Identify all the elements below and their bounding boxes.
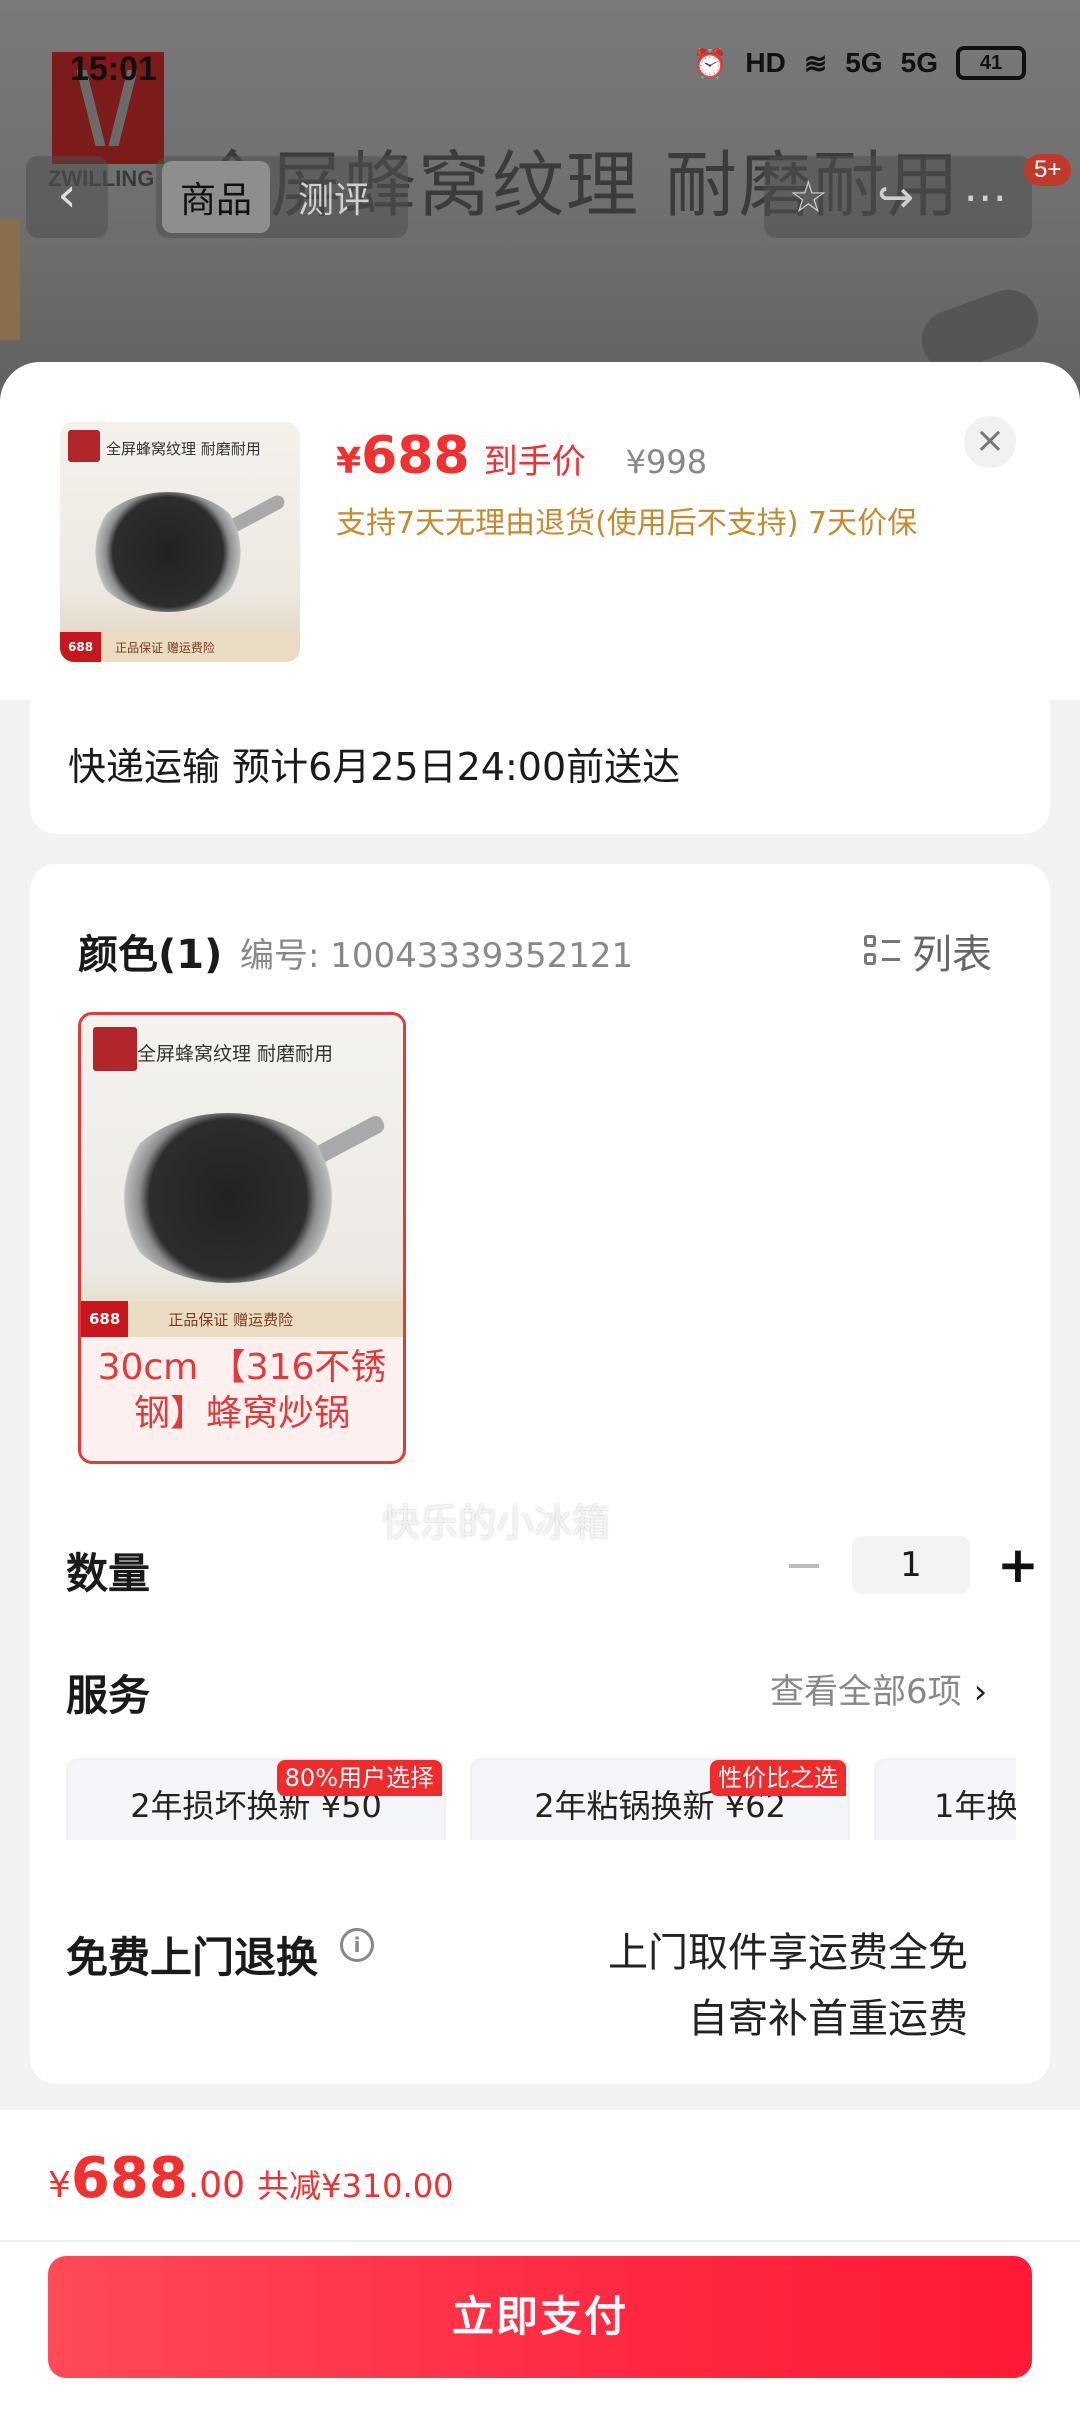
variant-image: 全屏蜂窝纹理 耐磨耐用 688 正品保证 赠运费险 — [81, 1015, 403, 1337]
tab-review[interactable]: 测评 — [280, 161, 388, 233]
shipping-estimate: 快递运输 预计6月25日24:00前送达 — [68, 745, 681, 789]
list-toggle-label: 列表 — [912, 932, 992, 978]
variant-strip-price: 688 — [81, 1301, 129, 1337]
brand-logo — [93, 1027, 137, 1071]
free-return-details: 上门取件享运费全免 自寄补首重运费 — [608, 1920, 968, 2052]
back-arrow-icon: ‹ — [57, 167, 77, 223]
service-label: 服务 — [66, 1671, 151, 1720]
status-bar: 15:01 ⏰ HD ≋ 5G 5G 41 — [0, 0, 1080, 100]
original-price: ¥998 — [625, 443, 708, 481]
pay-now-button[interactable]: 立即支付 — [48, 2256, 1032, 2378]
close-icon: × — [974, 420, 1006, 461]
watermark: 快乐的小冰箱 — [382, 1501, 611, 1545]
service-option[interactable]: 1年换新 — [874, 1758, 1016, 1840]
quantity-label: 数量 — [66, 1549, 151, 1598]
free-return-line: 自寄补首重运费 — [688, 1996, 968, 2042]
thumbnail-strip-price: 688 — [60, 632, 102, 662]
close-button[interactable]: × — [964, 416, 1016, 468]
battery-icon: 41 — [956, 46, 1026, 80]
chevron-right-icon: › — [973, 1672, 988, 1712]
quantity-stepper: − 1 + — [774, 1536, 1048, 1594]
variant-label: 30cm 【316不锈钢】蜂窝炒锅 — [97, 1347, 387, 1434]
decrease-button[interactable]: − — [774, 1537, 834, 1593]
service-options: 2年损坏换新 ¥50 80%用户选择 2年粘锅换新 ¥62 性价比之选 1年换新 — [66, 1740, 1016, 1840]
quantity-value[interactable]: 1 — [852, 1536, 970, 1594]
wok-image — [88, 492, 248, 612]
hd-icon: HD — [745, 47, 786, 78]
background-decoration — [0, 220, 20, 340]
service-badge: 性价比之选 — [710, 1760, 846, 1796]
variant-image-title: 全屏蜂窝纹理 耐磨耐用 — [137, 1043, 334, 1065]
signal-icon: 5G — [845, 47, 883, 78]
info-icon[interactable]: i — [340, 1928, 374, 1962]
status-time: 15:01 — [70, 50, 157, 88]
signal-icon: 5G — [900, 47, 938, 78]
list-view-toggle[interactable]: 列表 — [864, 922, 992, 980]
variant-price-strip: 688 正品保证 赠运费险 — [81, 1301, 403, 1337]
product-thumbnail[interactable]: 全屏蜂窝纹理 耐磨耐用 688 正品保证 赠运费险 — [60, 422, 300, 662]
share-icon[interactable]: ↪ — [877, 172, 914, 223]
sku-number: 编号: 10043339352121 — [240, 936, 634, 976]
thumbnail-price-strip: 688 正品保证 赠运费险 — [60, 632, 300, 662]
variant-strip-text: 正品保证 赠运费险 — [168, 1310, 294, 1329]
order-total-bar: ¥688.00 共减¥310.00 — [0, 2110, 1080, 2240]
tab-product[interactable]: 商品 — [162, 161, 271, 233]
increase-button[interactable]: + — [988, 1536, 1048, 1594]
more-icon[interactable]: ⋯ — [963, 172, 1007, 223]
star-icon[interactable]: ☆ — [789, 172, 828, 223]
shipping-card: 快递运输 预计6月25日24:00前送达 — [30, 700, 1050, 834]
alarm-icon: ⏰ — [692, 47, 728, 79]
notification-badge: 5+ — [1024, 154, 1072, 186]
free-return-line: 上门取件享运费全免 — [608, 1930, 968, 1976]
sheet-header: 全屏蜂窝纹理 耐磨耐用 688 正品保证 赠运费险 ¥688 到手价 ¥998 … — [0, 362, 1080, 700]
final-price: ¥688 — [336, 426, 470, 486]
price-row: ¥688 到手价 ¥998 — [336, 426, 707, 486]
thumbnail-strip-text: 正品保证 赠运费险 — [115, 640, 215, 655]
status-icons: ⏰ HD ≋ 5G 5G 41 — [692, 46, 1026, 80]
color-section-title: 颜色(1) — [78, 932, 223, 978]
final-price-tag: 到手价 — [483, 442, 586, 482]
view-all-services-label: 查看全部6项 — [770, 1672, 962, 1712]
wok-image — [113, 1113, 343, 1283]
view-all-services[interactable]: 查看全部6项 › — [770, 1664, 987, 1713]
thumbnail-title: 全屏蜂窝纹理 耐磨耐用 — [106, 440, 261, 458]
total-discount: 共减¥310.00 — [257, 2167, 454, 2205]
free-return-label: 免费上门退换 — [66, 1933, 319, 1982]
list-icon — [864, 933, 900, 969]
service-option[interactable]: 2年损坏换新 ¥50 80%用户选择 — [66, 1758, 446, 1840]
variant-option-selected[interactable]: 全屏蜂窝纹理 耐磨耐用 688 正品保证 赠运费险 30cm 【316不锈钢】蜂… — [78, 1012, 406, 1464]
back-button[interactable]: ‹ — [26, 156, 108, 238]
pay-area: 立即支付 — [0, 2242, 1080, 2412]
nav-tabs: 商品 测评 — [156, 156, 408, 238]
service-option-text: 1年换新 — [934, 1787, 1016, 1825]
nav-actions: ☆ ↪ ⋯ — [764, 156, 1032, 238]
brand-logo — [68, 430, 100, 462]
order-total: ¥688.00 共减¥310.00 — [48, 2146, 454, 2211]
service-badge: 80%用户选择 — [276, 1760, 442, 1796]
spec-card: 颜色(1) 编号: 10043339352121 列表 全屏蜂窝纹理 耐磨耐用 … — [30, 864, 1050, 2084]
wifi-icon: ≋ — [803, 47, 828, 79]
return-policy: 支持7天无理由退货(使用后不支持) 7天价保 — [336, 506, 918, 541]
service-option[interactable]: 2年粘锅换新 ¥62 性价比之选 — [470, 1758, 850, 1840]
sku-bottom-sheet: 全屏蜂窝纹理 耐磨耐用 688 正品保证 赠运费险 ¥688 到手价 ¥998 … — [0, 362, 1080, 2412]
